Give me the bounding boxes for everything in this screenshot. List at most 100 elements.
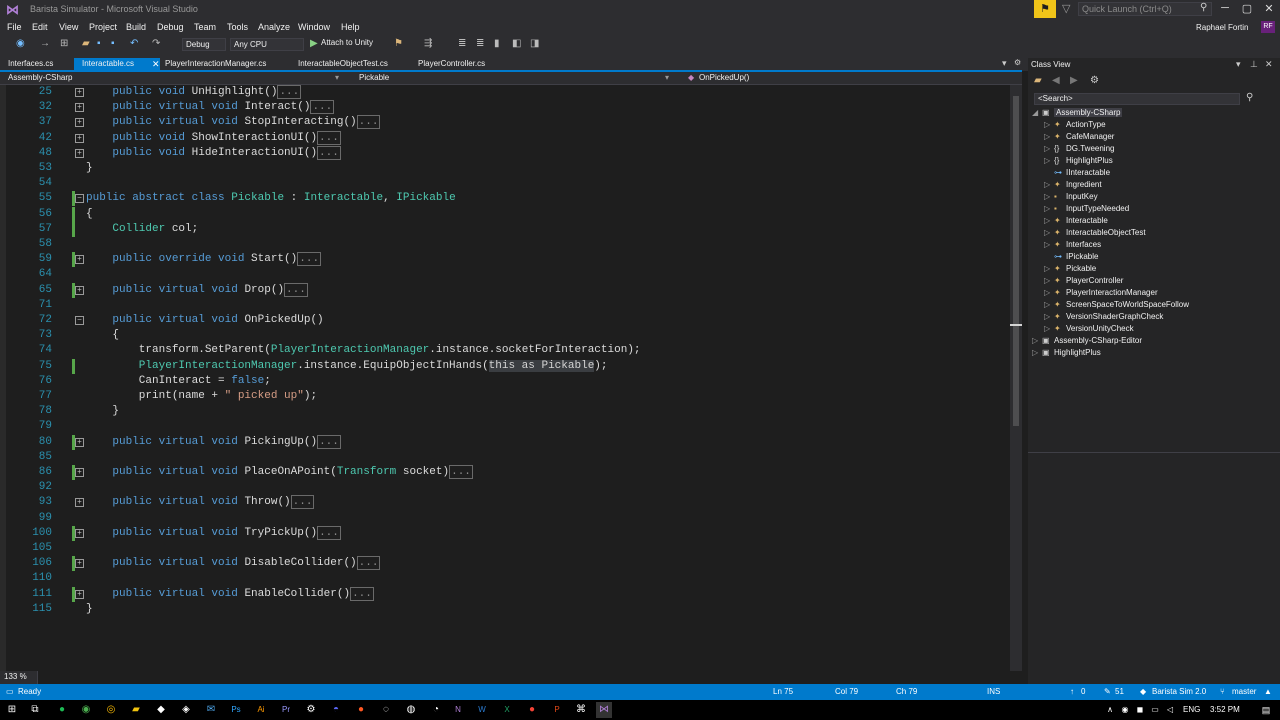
collapsed-region[interactable]: ... (284, 282, 308, 297)
filter-icon[interactable]: ▽ (1062, 2, 1070, 15)
excel-icon[interactable]: X (499, 702, 515, 718)
code-text[interactable]: public void ShowInteractionUI()... (86, 130, 341, 146)
expand-icon[interactable]: ▷ (1044, 299, 1054, 311)
menu-edit[interactable]: Edit (32, 22, 48, 32)
code-text[interactable]: } (86, 602, 93, 617)
bookmark-toggle-icon[interactable]: ▮ (494, 38, 500, 49)
save-all-icon[interactable]: ▪ (111, 38, 115, 49)
step-icon[interactable]: ⇶ (424, 38, 432, 49)
expand-icon[interactable]: ▷ (1044, 275, 1054, 287)
expand-icon[interactable]: ▷ (1044, 215, 1054, 227)
menu-build[interactable]: Build (126, 22, 146, 32)
undo-icon[interactable]: ↶ (130, 38, 138, 49)
code-text[interactable]: public virtual void StopInteracting()... (86, 115, 381, 130)
expand-icon[interactable]: ▷ (1044, 239, 1054, 251)
expand-icon[interactable]: ▷ (1044, 143, 1054, 155)
code-line[interactable]: 85 (0, 450, 1010, 465)
close-icon[interactable]: ✕ (1265, 59, 1273, 70)
file-explorer-icon[interactable]: ▰ (128, 702, 144, 718)
project-dropdown[interactable]: Assembly-CSharp (8, 73, 72, 82)
notification-center-icon[interactable]: ▤ (1258, 702, 1274, 718)
avatar[interactable]: RF (1261, 21, 1275, 33)
expand-icon[interactable]: ▷ (1044, 203, 1054, 215)
code-text[interactable]: print(name + " picked up"); (86, 389, 317, 404)
fold-toggle-icon[interactable]: + (75, 133, 84, 143)
collapsed-region[interactable]: ... (310, 100, 335, 115)
code-line[interactable]: 42 + public void ShowInteractionUI()... (0, 130, 1010, 146)
class-tree-item[interactable]: ◢ ▣ Assembly-CSharp (1032, 107, 1123, 119)
language-indicator[interactable]: ENG (1183, 705, 1200, 714)
app-icon-2[interactable]: ⌘ (573, 702, 589, 718)
new-project-icon[interactable]: ⊞ (60, 38, 68, 49)
code-text[interactable]: public virtual void TryPickUp()... (86, 525, 341, 541)
onenote-icon[interactable]: N (450, 702, 466, 718)
fold-toggle-icon[interactable]: + (75, 437, 84, 447)
redo-icon[interactable]: ↷ (152, 38, 160, 49)
code-line[interactable]: 93 + public virtual void Throw()... (0, 495, 1010, 510)
class-tree-item[interactable]: ▷ ▪ InputTypeNeeded (1044, 203, 1129, 215)
class-dropdown[interactable]: Pickable (359, 73, 389, 82)
settings-icon[interactable]: ⚙ (1014, 58, 1021, 67)
branch-icon[interactable]: ⑂ (1220, 687, 1225, 696)
code-line[interactable]: 73 { (0, 328, 1010, 343)
class-view-search-input[interactable]: <Search> (1034, 93, 1240, 105)
search-icon[interactable]: ⚲ (1246, 92, 1253, 103)
new-folder-icon[interactable]: ▰ (1034, 75, 1042, 86)
class-tree-item[interactable]: ▷ ✦ InteractableObjectTest (1044, 227, 1146, 239)
fold-toggle-icon[interactable]: + (75, 589, 84, 599)
collapsed-region[interactable]: ... (449, 465, 473, 479)
code-line[interactable]: 105 (0, 541, 1010, 556)
app-icon[interactable]: ◍ (403, 702, 419, 718)
back-icon[interactable]: ◉ (16, 38, 25, 49)
code-line[interactable]: 65 + public virtual void Drop()... (0, 282, 1010, 298)
code-line[interactable]: 57 Collider col; (0, 221, 1010, 237)
code-text[interactable]: public virtual void OnPickedUp() (86, 313, 323, 328)
menu-analyze[interactable]: Analyze (258, 22, 290, 32)
code-text[interactable]: public virtual void PlaceOnAPoint(Transf… (86, 465, 473, 480)
expand-icon[interactable]: ▷ (1032, 347, 1042, 359)
next-bookmark-icon[interactable]: ◨ (530, 38, 539, 49)
zoom-level[interactable]: 133 % (0, 671, 38, 684)
code-text[interactable]: PlayerInteractionManager.instance.EquipO… (86, 359, 608, 374)
bookmark-icon[interactable]: ⚑ (394, 38, 403, 49)
menu-help[interactable]: Help (341, 22, 360, 32)
code-line[interactable]: 92 (0, 480, 1010, 495)
minimize-icon[interactable]: ─ (1218, 2, 1232, 14)
obs-icon[interactable]: ◌ (378, 702, 394, 718)
code-text[interactable]: public override void Start()... (86, 252, 322, 267)
code-text[interactable]: Collider col; (86, 222, 198, 237)
indent-icon[interactable]: ≣ (458, 38, 466, 49)
menu-window[interactable]: Window (298, 22, 330, 32)
repository-name[interactable]: Barista Sim 2.0 (1152, 687, 1206, 696)
code-text[interactable]: { (86, 328, 119, 343)
tab-overflow-icon[interactable]: ▾ (1002, 58, 1007, 69)
changes-count[interactable]: 51 (1115, 687, 1124, 696)
expand-icon[interactable]: ▷ (1044, 323, 1054, 335)
code-line[interactable]: 58 (0, 237, 1010, 252)
code-line[interactable]: 79 (0, 419, 1010, 434)
unity-hub-icon[interactable]: ◆ (153, 702, 169, 718)
config-select[interactable]: Debug (182, 38, 226, 51)
user-name[interactable]: Raphael Fortin (1196, 23, 1248, 32)
search-icon[interactable]: ⚲ (1200, 2, 1207, 13)
scrollbar-thumb[interactable] (1013, 96, 1019, 426)
fold-toggle-icon[interactable]: + (75, 528, 84, 538)
unity-icon[interactable]: ◈ (178, 702, 194, 718)
class-tree-item[interactable]: ▷ ✦ Pickable (1044, 263, 1096, 275)
code-line[interactable]: 54 (0, 176, 1010, 191)
expand-icon[interactable]: ▷ (1044, 131, 1054, 143)
code-line[interactable]: 64 (0, 267, 1010, 282)
code-text[interactable]: public virtual void Throw()... (86, 495, 315, 510)
class-tree-item[interactable]: ▷ ✦ VersionUnityCheck (1044, 323, 1134, 335)
collapsed-region[interactable]: ... (277, 85, 302, 99)
word-icon[interactable]: W (474, 702, 490, 718)
app-icon-orange[interactable]: ● (353, 702, 369, 718)
code-line[interactable]: 71 (0, 298, 1010, 313)
feedback-flag-icon[interactable]: ⚑ (1034, 0, 1056, 18)
code-text[interactable]: public virtual void EnableCollider()... (86, 586, 374, 602)
code-line[interactable]: 77 print(name + " picked up"); (0, 389, 1010, 404)
class-tree-item[interactable]: ▷{} HighlightPlus (1044, 155, 1113, 167)
fold-toggle-icon[interactable]: + (75, 559, 84, 569)
menu-file[interactable]: File (7, 22, 22, 32)
prev-bookmark-icon[interactable]: ◧ (512, 38, 521, 49)
